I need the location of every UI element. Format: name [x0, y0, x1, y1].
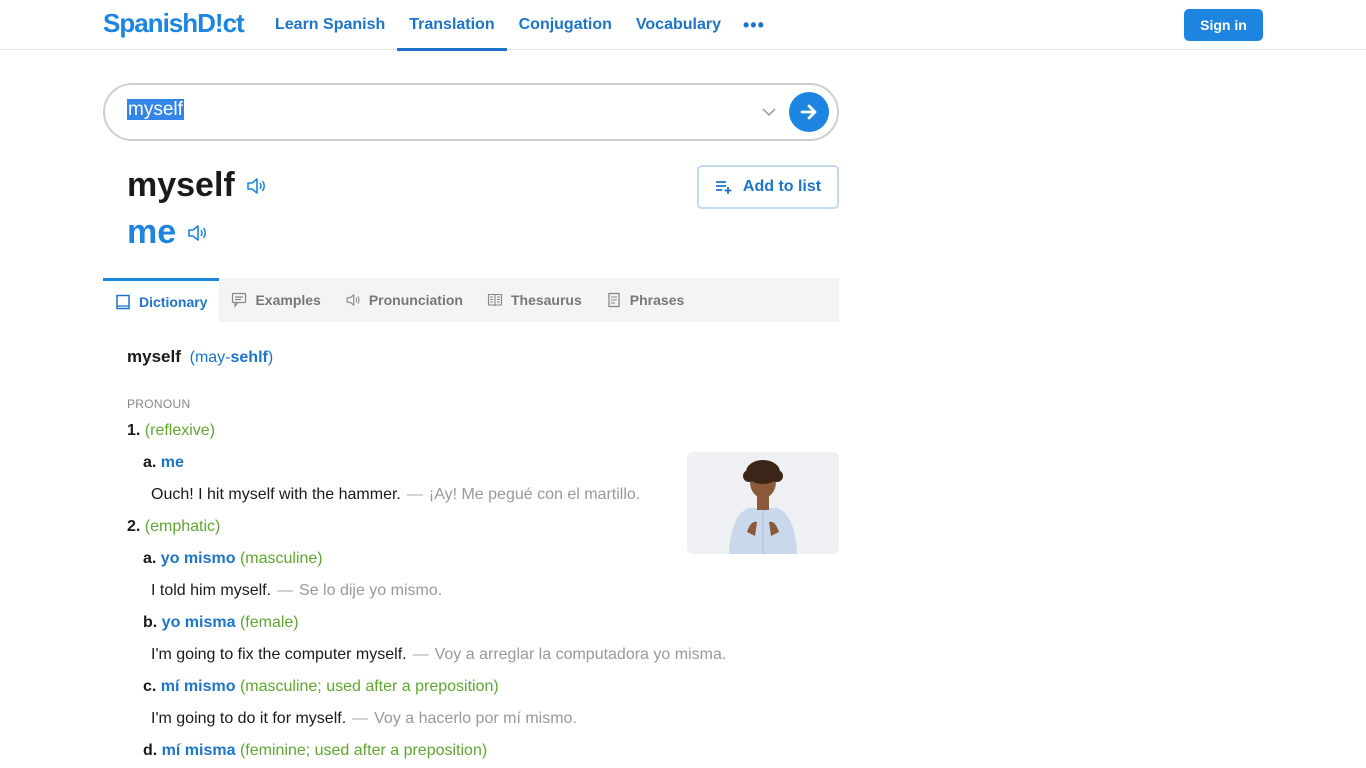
part-of-speech: PRONOUN	[127, 397, 191, 411]
open-book-icon	[487, 293, 503, 307]
example-sentence: I'm going to do it for myself. — Voy a hac…	[151, 710, 577, 728]
search-submit-button[interactable]	[789, 92, 829, 132]
sign-in-button[interactable]: Sign in	[1184, 9, 1263, 41]
search-box: myself	[103, 83, 839, 141]
main-nav: Learn Spanish Translation Conjugation Vo…	[263, 0, 775, 51]
sub-sense-letter: b.	[143, 614, 158, 631]
sub-sense-letter: d.	[143, 742, 158, 759]
pron-part: )	[267, 349, 274, 366]
playlist-add-icon	[715, 181, 732, 194]
tab-examples[interactable]: Examples	[219, 278, 332, 322]
book-icon	[116, 294, 130, 309]
sub-sense-context: (female)	[239, 614, 299, 631]
sub-sense-translation[interactable]: me	[161, 454, 184, 471]
example-en: I'm going to fix the computer myself.	[151, 646, 407, 663]
example-en: I told him myself.	[151, 582, 272, 599]
sense-number: 2.	[127, 518, 141, 535]
tab-dictionary[interactable]: Dictionary	[103, 278, 220, 322]
example-es: Voy a hacerlo por mí mismo.	[374, 710, 577, 727]
search-input-value: myself	[127, 99, 184, 120]
sense-context: (reflexive)	[144, 422, 216, 439]
document-icon	[608, 292, 620, 308]
sub-sense-letter: c.	[143, 678, 157, 695]
tab-thesaurus[interactable]: Thesaurus	[475, 278, 594, 322]
dash: —	[352, 710, 369, 727]
speaker-icon[interactable]	[245, 175, 267, 197]
sense-1: 1. (reflexive)	[127, 422, 215, 440]
pronunciation[interactable]: (may-sehlf)	[190, 349, 274, 366]
tab-label: Examples	[255, 292, 321, 308]
sub-sense: a. me	[143, 454, 184, 472]
tab-label: Dictionary	[139, 293, 208, 310]
dash: —	[406, 486, 423, 503]
example-sentence: I told him myself. — Se lo dije yo mismo.	[151, 582, 442, 600]
example-es: Se lo dije yo mismo.	[299, 582, 443, 599]
sub-sense-letter: a.	[143, 454, 157, 471]
arrow-right-icon	[800, 104, 817, 120]
speaker-icon	[346, 294, 360, 306]
sub-sense-translation[interactable]: yo misma	[162, 614, 236, 631]
sense-2: 2. (emphatic)	[127, 518, 220, 536]
tab-pronunciation[interactable]: Pronunciation	[333, 278, 475, 322]
tab-phrases[interactable]: Phrases	[594, 278, 696, 322]
example-en: Ouch! I hit myself with the hammer.	[151, 486, 401, 503]
pron-stress: sehlf	[230, 349, 268, 366]
more-menu-icon[interactable]: •••	[733, 0, 775, 50]
chevron-down-icon[interactable]	[760, 103, 778, 121]
sub-sense-translation[interactable]: mí mismo	[161, 678, 236, 695]
search-input[interactable]: myself	[127, 99, 184, 127]
quick-translation: me	[127, 213, 208, 252]
sense-number: 1.	[127, 422, 141, 439]
sense-context: (emphatic)	[144, 518, 221, 535]
sub-sense: c. mí mismo (masculine; used after a pre…	[143, 678, 499, 696]
tab-label: Pronunciation	[368, 292, 463, 308]
speaker-icon[interactable]	[186, 222, 208, 244]
quick-translation-text[interactable]: me	[127, 213, 176, 252]
nav-conjugation[interactable]: Conjugation	[507, 0, 624, 50]
sub-sense-translation[interactable]: mí misma	[162, 742, 236, 759]
person-pointing-illustration	[687, 452, 839, 554]
entry-headword-line: myself (may-sehlf)	[127, 347, 839, 369]
pron-part: (may-	[189, 349, 231, 366]
nav-vocabulary[interactable]: Vocabulary	[624, 0, 733, 50]
dictionary-entry: myself (may-sehlf) PRONOUN 1. (reflexive…	[127, 347, 839, 759]
spanishdict-logo[interactable]: SpanishD!ct	[103, 8, 245, 39]
dash: —	[277, 582, 294, 599]
add-to-list-button[interactable]: Add to list	[697, 165, 839, 209]
dash: —	[412, 646, 429, 663]
tab-label: Thesaurus	[510, 292, 582, 308]
sub-sense-context: (masculine)	[239, 550, 323, 567]
nav-learn-spanish[interactable]: Learn Spanish	[263, 0, 397, 50]
sub-sense: b. yo misma (female)	[143, 614, 299, 632]
sub-sense-letter: a.	[143, 550, 157, 567]
sub-sense: a. yo mismo (masculine)	[143, 550, 323, 568]
chat-icon	[232, 292, 247, 308]
sub-sense-translation[interactable]: yo mismo	[161, 550, 236, 567]
tab-label: Phrases	[629, 292, 685, 308]
example-sentence: Ouch! I hit myself with the hammer. — ¡Ay!…	[151, 486, 640, 504]
entry-word: myself	[127, 347, 181, 366]
sub-sense-context: (masculine; used after a preposition)	[239, 678, 499, 695]
illustration-image	[687, 452, 839, 554]
example-es: ¡Ay! Me pegué con el martillo.	[428, 486, 641, 503]
example-es: Voy a arreglar la computadora yo misma.	[434, 646, 727, 663]
headword-text: myself	[127, 166, 235, 204]
content-tabs: Dictionary Examples Pronunciation Thesau…	[103, 278, 839, 322]
headword: myself	[127, 166, 267, 205]
example-sentence: I'm going to fix the computer myself. — Vo…	[151, 646, 726, 664]
add-to-list-label: Add to list	[742, 178, 822, 195]
example-en: I'm going to do it for myself.	[151, 710, 347, 727]
nav-translation[interactable]: Translation	[397, 0, 507, 51]
sub-sense: d. mí misma (feminine; used after a prep…	[143, 742, 487, 760]
sub-sense-context: (feminine; used after a preposition)	[239, 742, 488, 759]
top-navigation-bar: SpanishD!ct Learn Spanish Translation Co…	[0, 0, 1366, 51]
